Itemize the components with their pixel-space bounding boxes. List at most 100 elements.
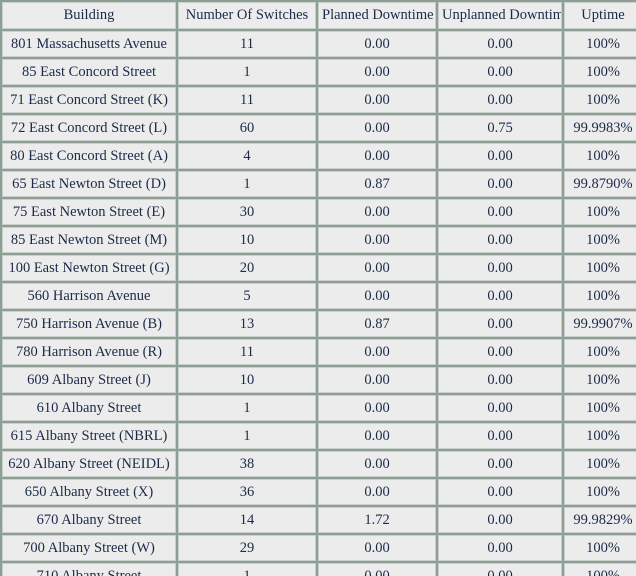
uptime-table-container: Building Number Of Switches Planned Down…: [0, 0, 636, 576]
cell-building: 560 Harrison Avenue: [2, 283, 176, 309]
table-row[interactable]: 100 East Newton Street (G) 20 0.00 0.00 100%: [2, 255, 636, 281]
cell-unplanned-downtime: 0.00: [438, 283, 562, 309]
table-body: 801 Massachusetts Avenue 11 0.00 0.00 100% 85…: [2, 31, 636, 576]
table-row[interactable]: 75 East Newton Street (E) 30 0.00 0.00 100%: [2, 199, 636, 225]
table-row[interactable]: 610 Albany Street 1 0.00 0.00 100%: [2, 395, 636, 421]
cell-planned-downtime: 0.00: [318, 367, 436, 393]
table-row[interactable]: 65 East Newton Street (D) 1 0.87 0.00 99.879…: [2, 171, 636, 197]
cell-uptime: 100%: [564, 451, 636, 477]
cell-unplanned-downtime: 0.00: [438, 563, 562, 576]
cell-planned-downtime: 0.00: [318, 143, 436, 169]
column-header-switches[interactable]: Number Of Switches: [178, 2, 316, 29]
cell-unplanned-downtime: 0.75: [438, 115, 562, 141]
cell-unplanned-downtime: 0.00: [438, 31, 562, 57]
cell-building: 609 Albany Street (J): [2, 367, 176, 393]
table-header-row: Building Number Of Switches Planned Down…: [2, 2, 636, 29]
column-header-unplanned-downtime[interactable]: Unplanned Downtime: [438, 2, 562, 29]
cell-number-of-switches: 1: [178, 563, 316, 576]
cell-uptime: 100%: [564, 143, 636, 169]
cell-number-of-switches: 11: [178, 31, 316, 57]
table-row[interactable]: 650 Albany Street (X) 36 0.00 0.00 100%: [2, 479, 636, 505]
cell-number-of-switches: 36: [178, 479, 316, 505]
cell-uptime: 99.9983%: [564, 115, 636, 141]
cell-uptime: 99.9829%: [564, 507, 636, 533]
cell-planned-downtime: 0.00: [318, 479, 436, 505]
cell-unplanned-downtime: 0.00: [438, 143, 562, 169]
table-header: Building Number Of Switches Planned Down…: [2, 2, 636, 29]
cell-uptime: 99.9907%: [564, 311, 636, 337]
cell-building: 71 East Concord Street (K): [2, 87, 176, 113]
cell-uptime: 100%: [564, 339, 636, 365]
cell-unplanned-downtime: 0.00: [438, 395, 562, 421]
table-row[interactable]: 710 Albany Street 1 0.00 0.00 100%: [2, 563, 636, 576]
cell-number-of-switches: 38: [178, 451, 316, 477]
cell-planned-downtime: 0.00: [318, 535, 436, 561]
table-row[interactable]: 609 Albany Street (J) 10 0.00 0.00 100%: [2, 367, 636, 393]
cell-number-of-switches: 11: [178, 87, 316, 113]
cell-planned-downtime: 0.00: [318, 339, 436, 365]
cell-unplanned-downtime: 0.00: [438, 367, 562, 393]
cell-number-of-switches: 11: [178, 339, 316, 365]
cell-number-of-switches: 60: [178, 115, 316, 141]
table-row[interactable]: 560 Harrison Avenue 5 0.00 0.00 100%: [2, 283, 636, 309]
table-row[interactable]: 750 Harrison Avenue (B) 13 0.87 0.00 99.9907…: [2, 311, 636, 337]
cell-uptime: 100%: [564, 479, 636, 505]
cell-uptime: 100%: [564, 535, 636, 561]
cell-planned-downtime: 0.00: [318, 395, 436, 421]
cell-uptime: 100%: [564, 31, 636, 57]
cell-building: 100 East Newton Street (G): [2, 255, 176, 281]
cell-building: 610 Albany Street: [2, 395, 176, 421]
cell-uptime: 99.8790%: [564, 171, 636, 197]
column-header-planned-downtime[interactable]: Planned Downtime: [318, 2, 436, 29]
table-row[interactable]: 80 East Concord Street (A) 4 0.00 0.00 100%: [2, 143, 636, 169]
cell-number-of-switches: 1: [178, 395, 316, 421]
table-row[interactable]: 85 East Concord Street 1 0.00 0.00 100%: [2, 59, 636, 85]
cell-planned-downtime: 0.00: [318, 423, 436, 449]
cell-planned-downtime: 0.00: [318, 255, 436, 281]
cell-building: 615 Albany Street (NBRL): [2, 423, 176, 449]
cell-planned-downtime: 0.87: [318, 311, 436, 337]
cell-unplanned-downtime: 0.00: [438, 59, 562, 85]
cell-unplanned-downtime: 0.00: [438, 311, 562, 337]
cell-unplanned-downtime: 0.00: [438, 87, 562, 113]
cell-planned-downtime: 0.00: [318, 31, 436, 57]
cell-uptime: 100%: [564, 563, 636, 576]
table-row[interactable]: 700 Albany Street (W) 29 0.00 0.00 100%: [2, 535, 636, 561]
table-row[interactable]: 72 East Concord Street (L) 60 0.00 0.75 99.9…: [2, 115, 636, 141]
cell-unplanned-downtime: 0.00: [438, 423, 562, 449]
cell-building: 72 East Concord Street (L): [2, 115, 176, 141]
cell-planned-downtime: 0.00: [318, 227, 436, 253]
cell-planned-downtime: 0.00: [318, 283, 436, 309]
cell-planned-downtime: 0.00: [318, 115, 436, 141]
cell-number-of-switches: 29: [178, 535, 316, 561]
cell-unplanned-downtime: 0.00: [438, 227, 562, 253]
cell-unplanned-downtime: 0.00: [438, 451, 562, 477]
cell-building: 700 Albany Street (W): [2, 535, 176, 561]
cell-building: 620 Albany Street (NEIDL): [2, 451, 176, 477]
cell-number-of-switches: 10: [178, 367, 316, 393]
cell-number-of-switches: 1: [178, 171, 316, 197]
table-row[interactable]: 780 Harrison Avenue (R) 11 0.00 0.00 100%: [2, 339, 636, 365]
cell-building: 85 East Newton Street (M): [2, 227, 176, 253]
table-row[interactable]: 615 Albany Street (NBRL) 1 0.00 0.00 100%: [2, 423, 636, 449]
column-header-building[interactable]: Building: [2, 2, 176, 29]
cell-building: 750 Harrison Avenue (B): [2, 311, 176, 337]
cell-number-of-switches: 1: [178, 59, 316, 85]
cell-unplanned-downtime: 0.00: [438, 255, 562, 281]
table-row[interactable]: 670 Albany Street 14 1.72 0.00 99.9829%: [2, 507, 636, 533]
cell-planned-downtime: 0.00: [318, 563, 436, 576]
cell-planned-downtime: 0.87: [318, 171, 436, 197]
cell-number-of-switches: 13: [178, 311, 316, 337]
cell-uptime: 100%: [564, 283, 636, 309]
cell-uptime: 100%: [564, 227, 636, 253]
table-row[interactable]: 71 East Concord Street (K) 11 0.00 0.00 100%: [2, 87, 636, 113]
table-row[interactable]: 801 Massachusetts Avenue 11 0.00 0.00 100%: [2, 31, 636, 57]
table-row[interactable]: 85 East Newton Street (M) 10 0.00 0.00 100%: [2, 227, 636, 253]
column-header-uptime[interactable]: Uptime: [564, 2, 636, 29]
cell-planned-downtime: 0.00: [318, 87, 436, 113]
cell-unplanned-downtime: 0.00: [438, 339, 562, 365]
cell-unplanned-downtime: 0.00: [438, 507, 562, 533]
table-row[interactable]: 620 Albany Street (NEIDL) 38 0.00 0.00 100%: [2, 451, 636, 477]
cell-uptime: 100%: [564, 199, 636, 225]
cell-number-of-switches: 20: [178, 255, 316, 281]
